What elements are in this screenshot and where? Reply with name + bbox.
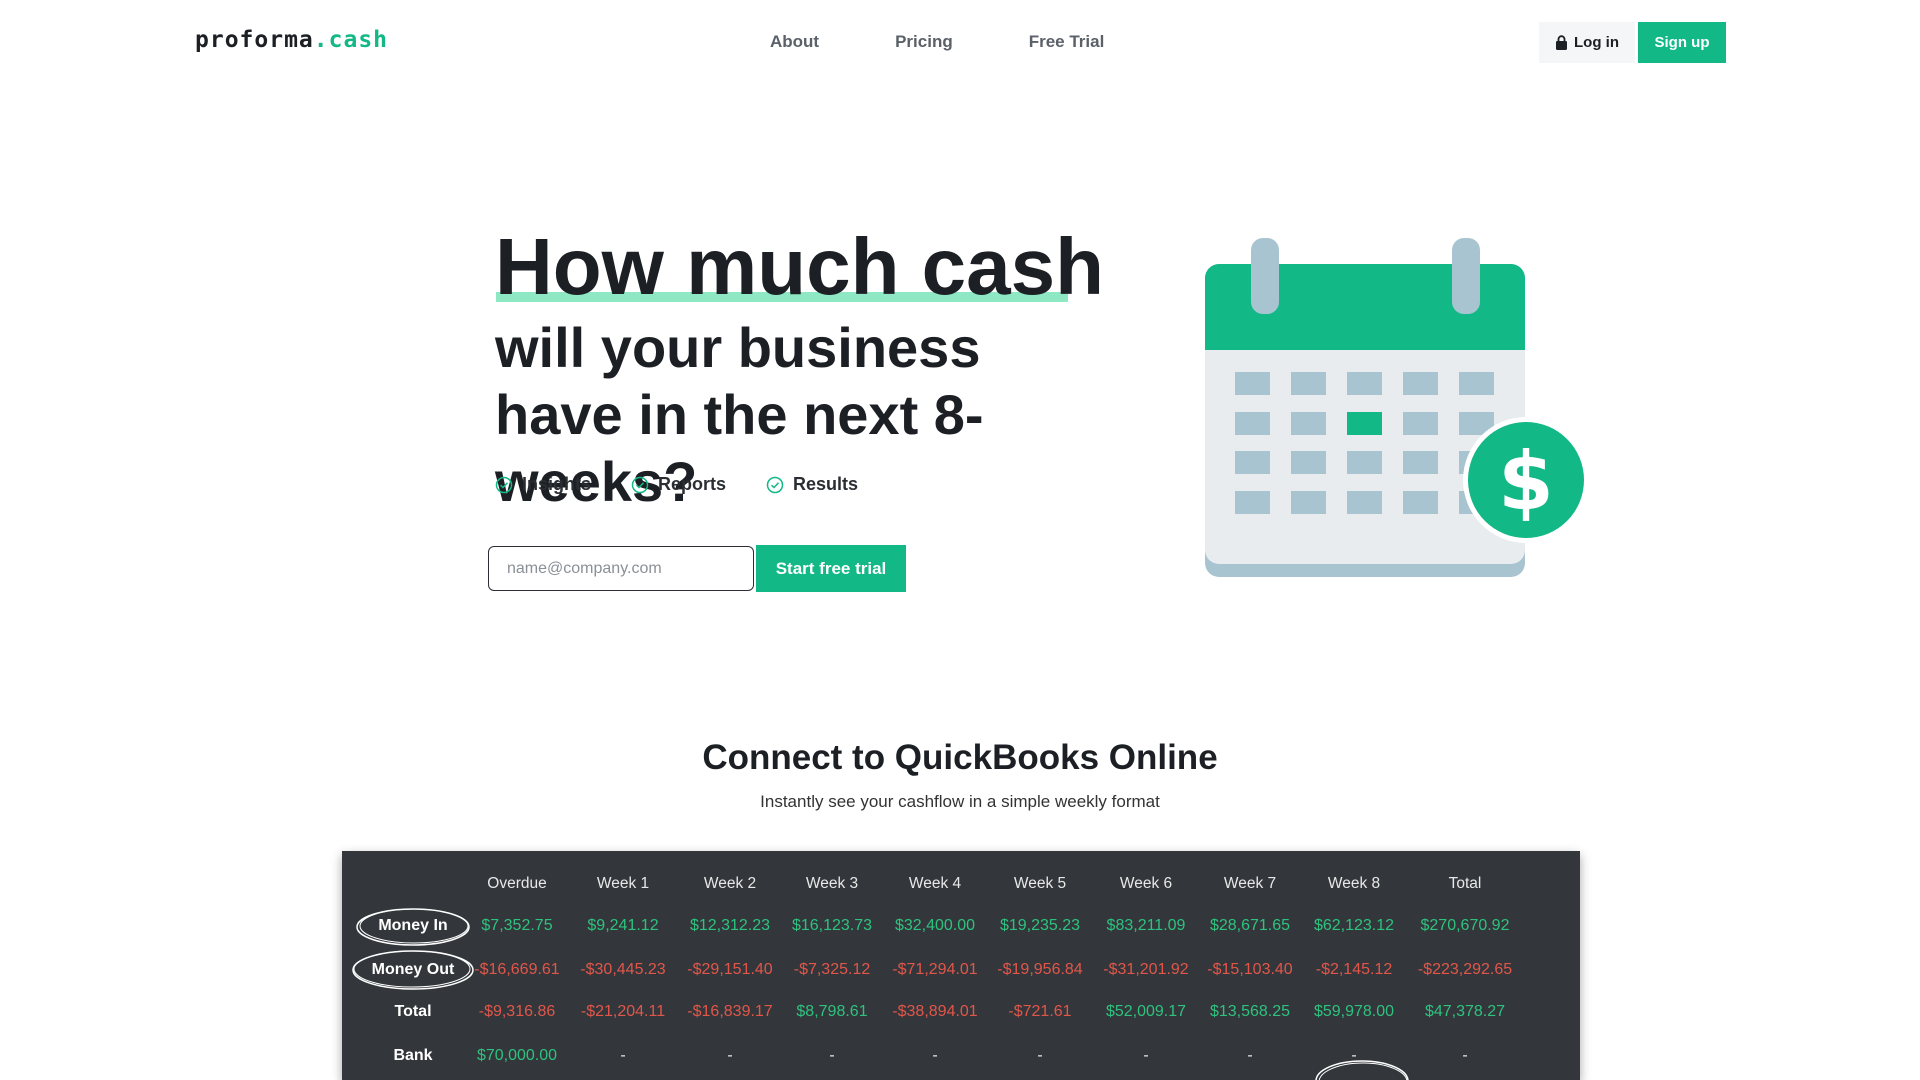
nav-link-about[interactable]: About [770, 32, 819, 52]
week8-bank-circle [1315, 1060, 1409, 1080]
feature-results: Results [766, 474, 858, 495]
table-cell: -$223,292.65 [1417, 961, 1513, 978]
check-circle-icon [766, 476, 784, 493]
table-cell: - [1037, 1047, 1043, 1064]
feature-label: Results [793, 474, 859, 494]
logo-accent: .cash [313, 27, 389, 53]
table-cell: $16,123.73 [791, 917, 873, 934]
table-cell: -$721.61 [1008, 1003, 1072, 1020]
calendar-dollar-icon: $ [1205, 238, 1589, 577]
feature-label: Insights [522, 474, 592, 494]
row-label: Total [394, 1003, 432, 1020]
cashflow-table-panel: Overdue Week 1 Week 2 Week 3 Week 4 Week 5 Wee… [342, 851, 1580, 1080]
column-header: Week 3 [805, 875, 859, 892]
nav-links: About Pricing Free Trial [770, 32, 1180, 52]
column-header: Total [1448, 875, 1482, 892]
table-cell: -$9,316.86 [478, 1003, 556, 1020]
check-circle-icon [495, 476, 513, 493]
column-header: Week 2 [703, 875, 757, 892]
table-cell: -$38,894.01 [892, 1003, 978, 1020]
nav-link-free-trial[interactable]: Free Trial [1029, 32, 1105, 52]
feature-insights: Insights [495, 474, 591, 495]
email-input[interactable] [488, 546, 754, 591]
table-cell: - [932, 1047, 938, 1064]
table-cell: $12,312.23 [689, 917, 771, 934]
row-label: Bank [393, 1047, 433, 1064]
feature-reports: Reports [631, 474, 726, 495]
column-header: Week 6 [1119, 875, 1173, 892]
logo[interactable]: proforma.cash [195, 27, 388, 53]
table-cell: -$16,669.61 [474, 961, 560, 978]
table-cell: -$16,839.17 [687, 1003, 773, 1020]
table-cell: $19,235.23 [999, 917, 1081, 934]
top-nav: proforma.cash About Pricing Free Trial L… [0, 0, 1920, 86]
column-header: Week 7 [1223, 875, 1277, 892]
table-cell: - [620, 1047, 626, 1064]
table-cell: -$30,445.23 [580, 961, 666, 978]
table-cell: -$21,204.11 [580, 1003, 666, 1020]
column-header: Week 5 [1013, 875, 1067, 892]
logo-main: proforma [195, 27, 314, 53]
money-in-circle [356, 908, 470, 946]
check-circle-icon [631, 476, 649, 493]
table-cell: - [829, 1047, 835, 1064]
table-cell: -$31,201.92 [1103, 961, 1189, 978]
table-cell: $47,378.27 [1424, 1003, 1506, 1020]
feature-list: Insights Reports Results [495, 474, 858, 495]
lock-icon [1556, 35, 1567, 50]
table-cell: -$19,956.84 [997, 961, 1083, 978]
table-cell: $7,352.75 [481, 917, 553, 934]
connect-title: Connect to QuickBooks Online [702, 738, 1218, 777]
table-cell: $52,009.17 [1105, 1003, 1187, 1020]
table-cell: -$7,325.12 [793, 961, 871, 978]
column-header: Week 4 [908, 875, 962, 892]
table-cell: - [1143, 1047, 1149, 1064]
login-button[interactable]: Log in [1539, 22, 1635, 63]
signup-button[interactable]: Sign up [1638, 22, 1726, 63]
table-cell: $32,400.00 [894, 917, 976, 934]
table-cell: $13,568.25 [1209, 1003, 1291, 1020]
column-header: Overdue [487, 875, 547, 892]
nav-link-pricing[interactable]: Pricing [895, 32, 953, 52]
table-cell: -$29,151.40 [687, 961, 773, 978]
table-cell: - [1247, 1047, 1253, 1064]
table-cell: $8,798.61 [796, 1003, 868, 1020]
table-cell: $9,241.12 [587, 917, 659, 934]
table-cell: $70,000.00 [476, 1047, 558, 1064]
hero-title: How much cash [495, 222, 1105, 311]
table-cell: $28,671.65 [1209, 917, 1291, 934]
connect-subtitle: Instantly see your cashflow in a simple … [760, 792, 1160, 811]
table-cell: -$2,145.12 [1315, 961, 1393, 978]
column-header: Week 8 [1327, 875, 1381, 892]
table-cell: $59,978.00 [1313, 1003, 1395, 1020]
table-cell: $62,123.12 [1313, 917, 1395, 934]
column-header: Week 1 [596, 875, 650, 892]
table-cell: - [727, 1047, 733, 1064]
feature-label: Reports [658, 474, 727, 494]
login-label: Log in [1574, 34, 1619, 51]
table-cell: - [1462, 1047, 1468, 1064]
table-cell: $83,211.09 [1106, 917, 1186, 934]
svg-text:$: $ [1498, 435, 1554, 528]
money-out-circle [352, 950, 474, 990]
table-cell: -$15,103.40 [1207, 961, 1293, 978]
table-cell: $270,670.92 [1420, 917, 1510, 934]
start-trial-button[interactable]: Start free trial [756, 545, 906, 592]
table-cell: -$71,294.01 [892, 961, 978, 978]
